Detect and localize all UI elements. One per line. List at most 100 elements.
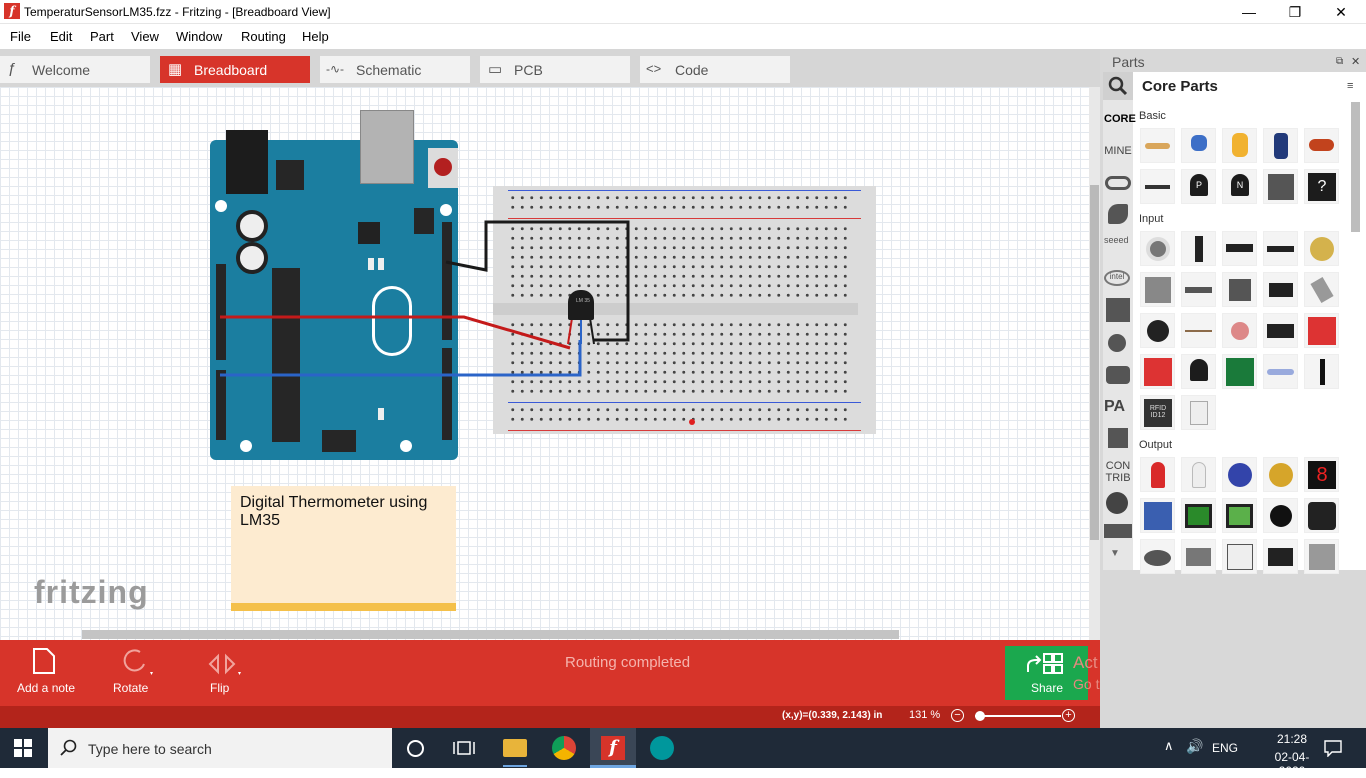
undock-icon[interactable]: ⧉ — [1336, 56, 1343, 67]
parts-search-button[interactable] — [1103, 72, 1133, 100]
tab-code[interactable]: <> Code — [640, 56, 790, 83]
zoom-in-button[interactable]: + — [1062, 709, 1075, 722]
part-electrolytic-capacitor[interactable] — [1263, 128, 1298, 163]
part-pnp-transistor[interactable]: P — [1181, 169, 1216, 204]
bin-tab-core[interactable]: CORE — [1104, 113, 1136, 125]
flip-icon[interactable] — [206, 646, 246, 676]
language-indicator[interactable]: ENG — [1212, 741, 1238, 755]
menu-edit[interactable]: Edit — [50, 29, 72, 44]
cortana-icon[interactable] — [407, 740, 424, 757]
intel-bin-icon[interactable]: intel — [1104, 270, 1130, 286]
part-red-led[interactable] — [1140, 457, 1175, 492]
notification-icon[interactable] — [1324, 739, 1342, 757]
windows-start-icon[interactable] — [14, 739, 32, 757]
maximize-button[interactable]: ❐ — [1272, 0, 1318, 24]
part-reed-tube[interactable] — [1263, 354, 1298, 389]
part-toggle-switch[interactable] — [1263, 272, 1298, 307]
tab-welcome[interactable]: ƒ Welcome — [0, 56, 150, 83]
menu-help[interactable]: Help — [302, 29, 329, 44]
bin-tab-mine[interactable]: MINE — [1104, 145, 1132, 157]
seeed-bin-icon[interactable]: seeed — [1104, 235, 1129, 245]
sparkfun-bin-icon[interactable] — [1108, 428, 1128, 448]
parts-scrollbar[interactable] — [1351, 102, 1360, 232]
part-npn-transistor[interactable]: N — [1222, 169, 1257, 204]
taskbar-search-placeholder[interactable]: Type here to search — [88, 741, 212, 757]
zoom-slider-track[interactable] — [975, 715, 1061, 717]
part-led-matrix[interactable] — [1140, 498, 1175, 533]
menu-file[interactable]: File — [10, 29, 31, 44]
task-view-icon[interactable] — [453, 739, 475, 757]
file-explorer-icon[interactable] — [503, 739, 527, 757]
snap-bin-icon[interactable] — [1108, 334, 1126, 352]
clock-time[interactable]: 21:28 — [1262, 732, 1322, 746]
canvas-vertical-scroll-thumb[interactable] — [1090, 185, 1099, 540]
tab-pcb[interactable]: ▭ PCB — [480, 56, 630, 83]
part-rotary-encoder[interactable] — [1140, 272, 1175, 307]
part-slide-potentiometer[interactable] — [1222, 231, 1257, 266]
part-accelerometer[interactable] — [1140, 354, 1175, 389]
part-stepper-motor[interactable] — [1304, 539, 1339, 574]
minimize-button[interactable]: — — [1226, 0, 1272, 24]
part-rgb-led[interactable] — [1181, 457, 1216, 492]
part-dc-motor[interactable] — [1181, 539, 1216, 574]
part-neopixel[interactable] — [1263, 457, 1298, 492]
bin-menu-icon[interactable]: ≡ — [1347, 80, 1353, 92]
part-piezo-buzzer[interactable] — [1140, 539, 1175, 574]
part-lm35[interactable] — [1181, 354, 1216, 389]
bin-icon[interactable] — [1104, 524, 1132, 538]
lilypad-bin-icon[interactable] — [1106, 366, 1130, 384]
part-diode[interactable] — [1140, 169, 1175, 204]
part-ceramic-capacitor[interactable] — [1181, 128, 1216, 163]
arduino-ide-icon[interactable] — [650, 736, 674, 760]
part-servo[interactable] — [1263, 539, 1298, 574]
zoom-slider-knob[interactable] — [975, 711, 985, 721]
part-tantalum-capacitor[interactable] — [1222, 128, 1257, 163]
bin-tab-contrib[interactable]: CON TRIB — [1104, 460, 1132, 484]
part-dip-switch[interactable] — [1263, 231, 1298, 266]
part-sensor-breakout[interactable] — [1304, 313, 1339, 348]
part-humidity-sensor[interactable] — [1181, 395, 1216, 430]
play-bin-icon[interactable] — [1106, 298, 1130, 322]
add-note-icon[interactable] — [32, 647, 56, 675]
panel-close-icon[interactable]: ✕ — [1351, 55, 1360, 68]
part-lcd-display[interactable] — [1181, 498, 1216, 533]
part-resistor[interactable] — [1140, 128, 1175, 163]
part-potentiometer[interactable] — [1140, 231, 1175, 266]
flip-button[interactable]: Flip — [210, 681, 229, 695]
part-rfid-reader[interactable]: RFID ID12 — [1140, 395, 1175, 430]
part-lcd-module[interactable] — [1222, 498, 1257, 533]
canvas-horizontal-scroll-thumb[interactable] — [82, 630, 899, 639]
volume-icon[interactable]: 🔊 — [1186, 738, 1203, 755]
menu-routing[interactable]: Routing — [241, 29, 286, 44]
tray-chevron-icon[interactable]: ∧ — [1164, 738, 1174, 754]
part-rotary-potentiometer[interactable] — [1181, 231, 1216, 266]
part-mystery-part[interactable]: ? — [1304, 169, 1339, 204]
zoom-out-button[interactable]: − — [951, 709, 964, 722]
part-sensor-module[interactable] — [1222, 354, 1257, 389]
part-piezo-sensor[interactable] — [1304, 231, 1339, 266]
tab-schematic[interactable]: -∿- Schematic — [320, 56, 470, 83]
part-flex-sensor[interactable] — [1181, 313, 1216, 348]
part-inductor[interactable] — [1304, 128, 1339, 163]
part-fsr-sensor[interactable] — [1140, 313, 1175, 348]
part-photocell[interactable] — [1222, 313, 1257, 348]
rotate-icon[interactable] — [116, 646, 156, 676]
lm35-temperature-sensor[interactable] — [568, 290, 594, 320]
fritzing-bin-icon[interactable] — [1108, 204, 1128, 224]
part-joystick[interactable] — [1304, 354, 1339, 389]
menu-window[interactable]: Window — [176, 29, 222, 44]
part-7-segment-display[interactable]: 8 — [1304, 457, 1339, 492]
arduino-bin-icon[interactable] — [1105, 176, 1131, 190]
chrome-icon[interactable] — [552, 736, 576, 760]
flower-bin-icon[interactable] — [1106, 492, 1128, 514]
note-text[interactable]: Digital Thermometer using LM35 — [240, 494, 445, 530]
pa-bin-icon[interactable]: PA — [1104, 398, 1125, 416]
part-pushbutton[interactable] — [1222, 272, 1257, 307]
part-reed-switch[interactable] — [1181, 272, 1216, 307]
menu-part[interactable]: Part — [90, 29, 114, 44]
part-blue-led-module[interactable] — [1222, 457, 1257, 492]
clock-date[interactable]: 02-04-2020 — [1262, 750, 1322, 778]
rotate-button[interactable]: Rotate — [113, 681, 148, 695]
scroll-down-icon[interactable]: ▼ — [1110, 548, 1120, 559]
part-ir-sensor[interactable] — [1263, 313, 1298, 348]
